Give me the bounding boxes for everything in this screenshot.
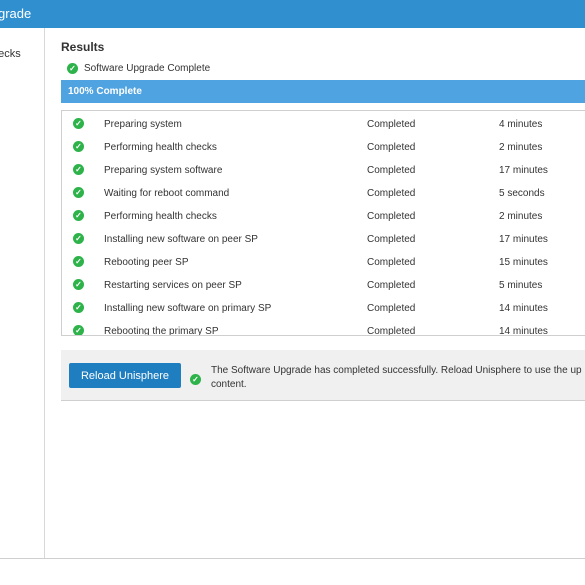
step-status: Completed bbox=[367, 165, 416, 176]
step-row: ✓ Performing health checks Completed 2 minu… bbox=[62, 206, 585, 224]
step-duration: 4 minutes bbox=[499, 119, 543, 130]
check-circle-icon: ✓ bbox=[73, 325, 84, 335]
step-name: Performing health checks bbox=[104, 142, 217, 153]
results-panel: Results ✓ Software Upgrade Complete 100%… bbox=[45, 28, 585, 558]
check-circle-icon: ✓ bbox=[73, 141, 84, 152]
check-circle-icon: ✓ bbox=[73, 256, 84, 267]
success-message: The Software Upgrade has completed succe… bbox=[211, 365, 582, 390]
step-status: Completed bbox=[367, 280, 416, 291]
step-row: ✓ Waiting for reboot command Completed 5 se… bbox=[62, 183, 585, 201]
check-circle-icon: ✓ bbox=[73, 210, 84, 221]
check-circle-icon: ✓ bbox=[73, 164, 84, 175]
sidebar-item-health-checks[interactable]: hecks bbox=[0, 48, 21, 60]
step-duration: 2 minutes bbox=[499, 211, 543, 222]
upgrade-status-text: Software Upgrade Complete bbox=[84, 62, 211, 74]
step-row: ✓ Performing health checks Completed 2 minu… bbox=[62, 137, 585, 155]
steps-list[interactable]: ✓ Preparing system Completed 4 minutes ✓ Perf… bbox=[61, 110, 585, 336]
step-row: ✓ Installing new software on peer SP Compl… bbox=[62, 229, 585, 247]
step-duration: 17 minutes bbox=[499, 165, 548, 176]
step-name: Rebooting the primary SP bbox=[104, 326, 219, 336]
step-name: Preparing system bbox=[104, 119, 182, 130]
divider bbox=[0, 558, 585, 559]
progress-bar: 100% Complete bbox=[61, 80, 585, 103]
check-circle-icon: ✓ bbox=[73, 187, 84, 198]
step-status: Completed bbox=[367, 326, 416, 336]
check-circle-icon: ✓ bbox=[73, 233, 84, 244]
step-status: Completed bbox=[367, 119, 416, 130]
step-status: Completed bbox=[367, 303, 416, 314]
check-circle-icon: ✓ bbox=[73, 302, 84, 313]
step-row: ✓ Preparing system Completed 4 minutes bbox=[62, 114, 585, 132]
step-row: ✓ Rebooting the primary SP Completed 14 min… bbox=[62, 321, 585, 336]
step-status: Completed bbox=[367, 142, 416, 153]
step-status: Completed bbox=[367, 211, 416, 222]
progress-label: 100% Complete bbox=[68, 86, 142, 97]
footer-success-icon-wrap: ✓ bbox=[190, 369, 201, 387]
step-name: Installing new software on primary SP bbox=[104, 303, 272, 314]
check-circle-icon: ✓ bbox=[73, 279, 84, 290]
step-duration: 5 minutes bbox=[499, 280, 543, 291]
step-row: ✓ Preparing system software Completed 17 mi… bbox=[62, 160, 585, 178]
step-status: Completed bbox=[367, 234, 416, 245]
reload-unisphere-button[interactable]: Reload Unisphere bbox=[69, 363, 181, 388]
step-duration: 14 minutes bbox=[499, 303, 548, 314]
step-name: Rebooting peer SP bbox=[104, 257, 189, 268]
step-row: ✓ Rebooting peer SP Completed 15 minutes bbox=[62, 252, 585, 270]
step-name: Waiting for reboot command bbox=[104, 188, 230, 199]
step-duration: 17 minutes bbox=[499, 234, 548, 245]
step-status: Completed bbox=[367, 188, 416, 199]
step-duration: 14 minutes bbox=[499, 326, 548, 336]
check-circle-icon: ✓ bbox=[67, 62, 78, 74]
window-title: grade bbox=[0, 6, 32, 21]
step-name: Performing health checks bbox=[104, 211, 217, 222]
sidebar: hecks e y bbox=[0, 28, 45, 558]
title-bar: grade bbox=[0, 0, 585, 28]
step-status: Completed bbox=[367, 257, 416, 268]
step-name: Restarting services on peer SP bbox=[104, 280, 242, 291]
step-duration: 5 seconds bbox=[499, 188, 545, 199]
footer-panel: Reload Unisphere ✓ The Software Upgrade … bbox=[61, 350, 585, 401]
results-heading: Results bbox=[61, 40, 105, 54]
step-row: ✓ Installing new software on primary SP Co… bbox=[62, 298, 585, 316]
check-circle-icon: ✓ bbox=[190, 374, 201, 385]
step-name: Installing new software on peer SP bbox=[104, 234, 258, 245]
step-duration: 2 minutes bbox=[499, 142, 543, 153]
step-name: Preparing system software bbox=[104, 165, 223, 176]
upgrade-status: ✓ Software Upgrade Complete bbox=[67, 61, 210, 75]
check-circle-icon: ✓ bbox=[73, 118, 84, 129]
step-row: ✓ Restarting services on peer SP Completed… bbox=[62, 275, 585, 293]
step-duration: 15 minutes bbox=[499, 257, 548, 268]
